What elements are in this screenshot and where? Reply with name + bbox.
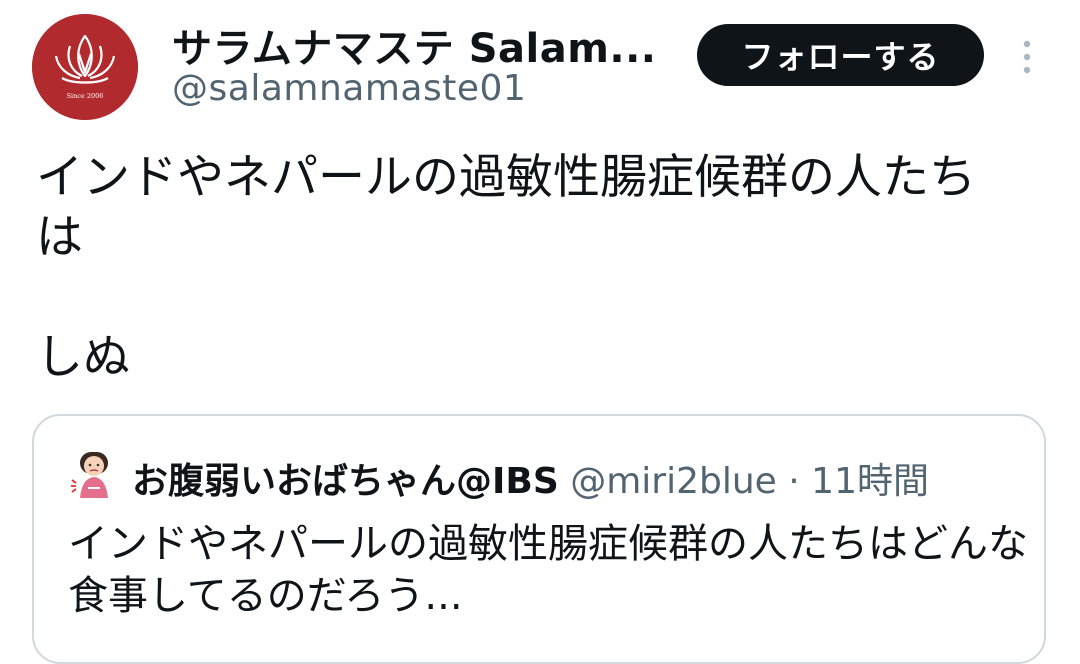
quoted-tweet-time[interactable]: 11時間 [811, 461, 929, 502]
tweet-text: インドやネパールの過敏性腸症候群の人たち は しぬ [36, 150, 976, 385]
follow-button[interactable]: フォローする [697, 24, 984, 86]
avatar-caption: Since 2006 [67, 92, 104, 100]
quoted-tweet-text: インドやネパールの過敏性腸症候群の人たちはどんな食事してるのだろう... [68, 521, 1028, 619]
quoted-author-name[interactable]: お腹弱いおばちゃん@IBS [132, 461, 559, 502]
quoted-tweet-header: お腹弱いおばちゃん@IBS @miri2blue · 11時間 [132, 452, 929, 504]
quoted-author-handle[interactable]: @miri2blue [570, 461, 777, 502]
woman-holding-stomach-icon [70, 450, 118, 500]
meta-separator: · [776, 461, 812, 502]
author-avatar[interactable]: Since 2006 [32, 14, 138, 120]
more-dots-vertical-icon[interactable] [1015, 38, 1039, 78]
author-handle[interactable]: @salamnamaste01 [172, 68, 526, 109]
author-display-name[interactable]: サラムナマステ Salam... [172, 16, 657, 74]
quoted-tweet-card[interactable]: お腹弱いおばちゃん@IBS @miri2blue · 11時間 インドやネパール… [32, 414, 1046, 664]
lotus-logo-icon: Since 2006 [32, 14, 138, 120]
